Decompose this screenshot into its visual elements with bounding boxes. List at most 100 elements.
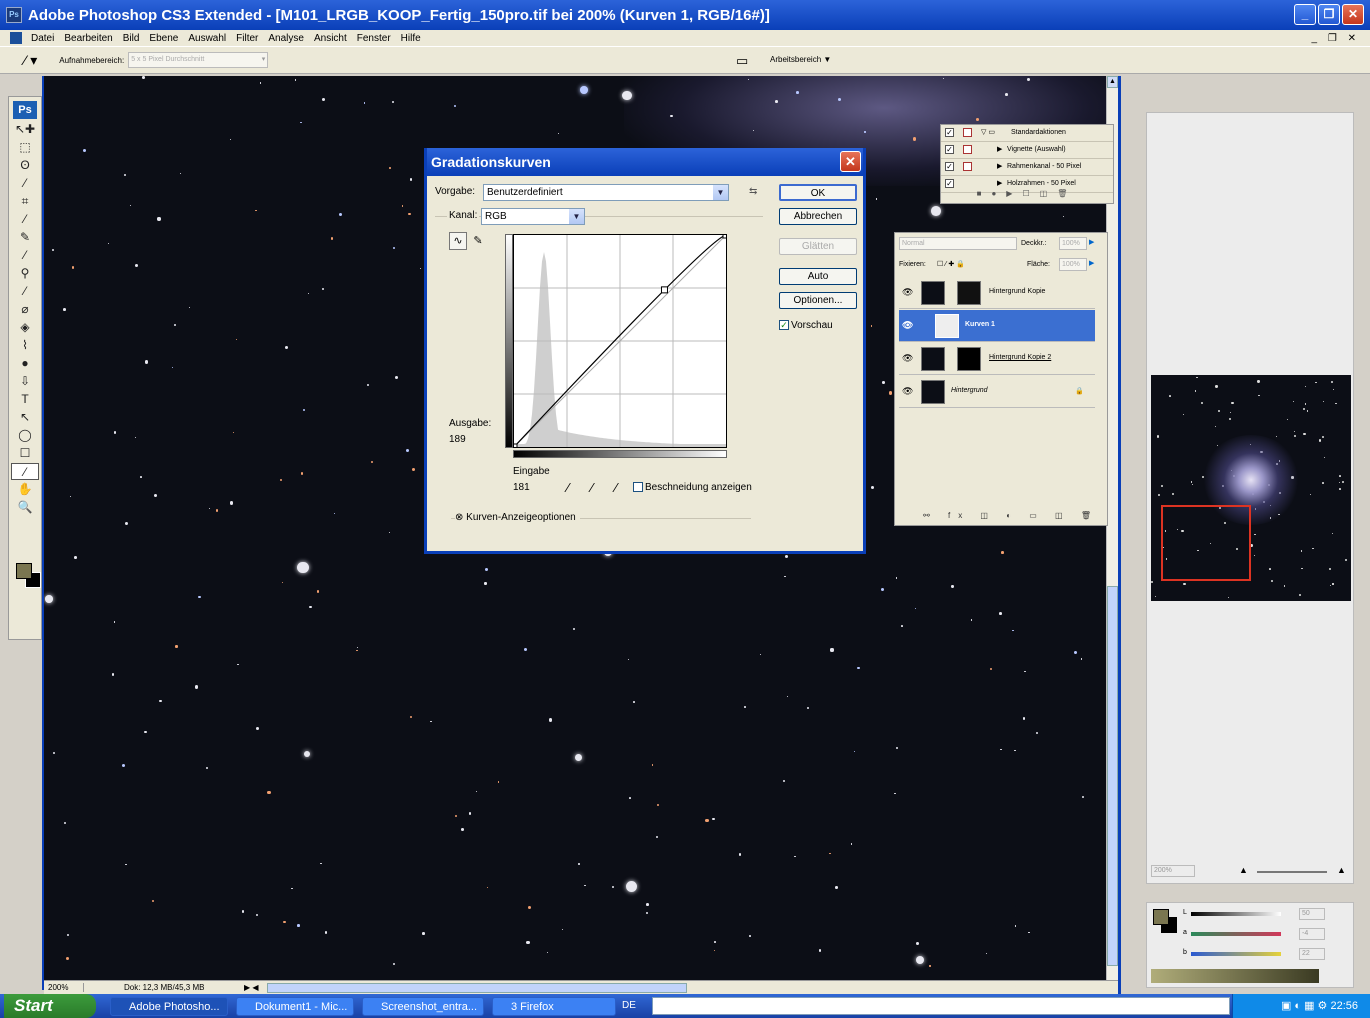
fill-input[interactable]: 100% xyxy=(1059,258,1087,271)
display-options-toggle[interactable]: ⊗ Kurven-Anzeigeoptionen xyxy=(455,512,580,523)
zoom-out-icon[interactable]: ▲ xyxy=(1239,865,1248,875)
a-value[interactable]: -4 xyxy=(1299,928,1325,940)
eyedropper-icon[interactable]: ⁄ ▾ xyxy=(24,52,37,69)
eye-icon[interactable]: 👁 xyxy=(902,320,913,331)
lock-icons[interactable]: ☐ ⁄ ✚ 🔒 xyxy=(937,260,965,268)
close-icon[interactable]: ✕ xyxy=(840,151,861,172)
check-icon[interactable]: ✓ xyxy=(945,128,954,137)
clipping-checkbox-box[interactable] xyxy=(633,482,643,493)
eye-icon[interactable]: 👁 xyxy=(902,386,913,397)
menu-ebene[interactable]: Ebene xyxy=(144,33,183,44)
expand-triangle-icon[interactable]: ▶ xyxy=(997,142,1002,158)
zoom-slider[interactable] xyxy=(1257,871,1327,873)
action-row[interactable]: ✓ ▶ Rahmenkanal - 50 Pixel xyxy=(941,159,1113,176)
action-row[interactable]: ✓ ▽ ▭ Standardaktionen xyxy=(941,125,1113,142)
maximize-button[interactable]: ❐ xyxy=(1318,4,1340,25)
scroll-up-arrow-icon[interactable]: ▲ xyxy=(1107,76,1118,88)
task-screenshot[interactable]: Screenshot_entra... xyxy=(362,997,484,1016)
black-point-eyedropper-icon[interactable]: ⁄ xyxy=(567,480,569,495)
layer-row[interactable]: 👁 Hintergrund 🔒 xyxy=(899,376,1095,408)
b-slider[interactable] xyxy=(1191,952,1281,956)
lasso-tool-icon[interactable]: ʘ xyxy=(11,157,39,174)
opacity-arrow-icon[interactable]: ▶ xyxy=(1089,238,1094,246)
layer-row[interactable]: 👁 Kurven 1 xyxy=(899,310,1095,342)
menu-bearbeiten[interactable]: Bearbeiten xyxy=(59,33,117,44)
pen-tool-icon[interactable]: ⇩ xyxy=(11,373,39,390)
dialog-toggle-icon[interactable] xyxy=(963,128,972,137)
check-icon[interactable]: ✓ xyxy=(945,145,954,154)
zoom-tool-icon[interactable]: 🔍 xyxy=(11,499,39,516)
blur-tool-icon[interactable]: ⌇ xyxy=(11,337,39,354)
action-row[interactable]: ✓ ▶ Vignette (Auswahl) xyxy=(941,142,1113,159)
menu-auswahl[interactable]: Auswahl xyxy=(183,33,231,44)
layer-name[interactable]: Kurven 1 xyxy=(965,321,995,328)
b-value[interactable]: 22 xyxy=(1299,948,1325,960)
notes-tool-icon[interactable]: ☐ xyxy=(11,445,39,462)
menu-datei[interactable]: Datei xyxy=(26,33,59,44)
dodge-tool-icon[interactable]: ● xyxy=(11,355,39,372)
healing-brush-tool-icon[interactable]: ✎ xyxy=(11,229,39,246)
layer-name[interactable]: Hintergrund Kopie 2 xyxy=(989,354,1051,361)
scroll-thumb[interactable] xyxy=(1107,586,1118,966)
cancel-button[interactable]: Abbrechen xyxy=(779,208,857,225)
type-tool-icon[interactable]: T xyxy=(11,391,39,408)
history-brush-tool-icon[interactable]: ⁄ xyxy=(11,283,39,300)
menu-fenster[interactable]: Fenster xyxy=(352,33,396,44)
expand-triangle-icon[interactable]: ▶ xyxy=(997,159,1002,175)
l-value[interactable]: 50 xyxy=(1299,908,1325,920)
a-slider[interactable] xyxy=(1191,932,1281,936)
dialog-toggle-icon[interactable] xyxy=(963,145,972,154)
check-icon[interactable]: ✓ xyxy=(945,179,954,188)
foreground-color-swatch[interactable] xyxy=(1153,909,1169,925)
chevron-down-icon[interactable]: ▼ xyxy=(569,209,584,224)
menu-analyse[interactable]: Analyse xyxy=(263,33,309,44)
preview-checkbox[interactable]: ✓ Vorschau xyxy=(779,320,833,331)
blend-mode-select[interactable]: Normal xyxy=(899,237,1017,250)
layer-name[interactable]: Hintergrund Kopie xyxy=(989,288,1045,295)
brush-tool-icon[interactable]: ⁄ xyxy=(11,247,39,264)
minimize-button[interactable]: _ xyxy=(1294,4,1316,25)
color-ramp[interactable] xyxy=(1151,969,1319,983)
layer-mask-thumbnail[interactable] xyxy=(957,281,981,305)
dialog-toggle-icon[interactable] xyxy=(963,162,972,171)
layer-mask-thumbnail[interactable] xyxy=(957,347,981,371)
eye-icon[interactable]: 👁 xyxy=(902,287,913,298)
smooth-button[interactable]: Glätten xyxy=(779,238,857,255)
auto-button[interactable]: Auto xyxy=(779,268,857,285)
menu-bild[interactable]: Bild xyxy=(118,33,145,44)
marquee-tool-icon[interactable]: ⬚ xyxy=(11,139,39,156)
check-icon[interactable]: ✓ xyxy=(945,162,954,171)
task-photoshop[interactable]: Adobe Photosho... xyxy=(110,997,228,1016)
white-point-eyedropper-icon[interactable]: ⁄ xyxy=(615,480,617,495)
menu-ansicht[interactable]: Ansicht xyxy=(309,33,352,44)
output-value[interactable]: 189 xyxy=(449,434,466,445)
path-selection-tool-icon[interactable]: ↖ xyxy=(11,409,39,426)
magic-wand-tool-icon[interactable]: ⁄ xyxy=(11,175,39,192)
hand-tool-icon[interactable]: ✋ xyxy=(11,481,39,498)
curve-svg[interactable] xyxy=(510,231,730,451)
eye-icon[interactable]: 👁 xyxy=(902,353,913,364)
vertical-scrollbar[interactable]: ▲ xyxy=(1106,76,1118,980)
stamp-tool-icon[interactable]: ⚲ xyxy=(11,265,39,282)
opacity-input[interactable]: 100% xyxy=(1059,237,1087,250)
layer-row[interactable]: 👁 Hintergrund Kopie xyxy=(899,277,1095,309)
navigator-preview[interactable] xyxy=(1151,375,1351,601)
doc-size-info[interactable]: Dok: 12,3 MB/45,3 MB xyxy=(84,983,244,992)
tray-icons[interactable]: ▣ ◐ ▦ ⚙ xyxy=(1281,1000,1331,1012)
input-value[interactable]: 181 xyxy=(513,482,530,493)
chevron-down-icon[interactable]: ▼ xyxy=(713,185,728,200)
actions-toolbar-icons[interactable]: ■●▶☐◫🗑 xyxy=(941,189,1113,203)
show-clipping-checkbox[interactable]: Beschneidung anzeigen xyxy=(633,482,752,493)
options-button[interactable]: Optionen... xyxy=(779,292,857,309)
horizontal-scrollbar[interactable] xyxy=(266,982,687,993)
l-slider[interactable] xyxy=(1191,912,1281,916)
task-word[interactable]: Dokument1 - Mic... xyxy=(236,997,354,1016)
taskbar-toolbar[interactable] xyxy=(652,997,1230,1015)
zoom-field[interactable]: 200% xyxy=(44,983,84,992)
pencil-icon[interactable]: ✎ xyxy=(469,232,487,250)
preview-checkbox-box[interactable]: ✓ xyxy=(779,320,789,331)
zoom-in-icon[interactable]: ▲ xyxy=(1337,865,1346,875)
sample-size-select[interactable]: 5 x 5 Pixel Durchschnitt xyxy=(128,52,269,68)
fill-tool-icon[interactable]: ◈ xyxy=(11,319,39,336)
workspace-menu[interactable]: Arbeitsbereich ▼ xyxy=(770,55,831,64)
